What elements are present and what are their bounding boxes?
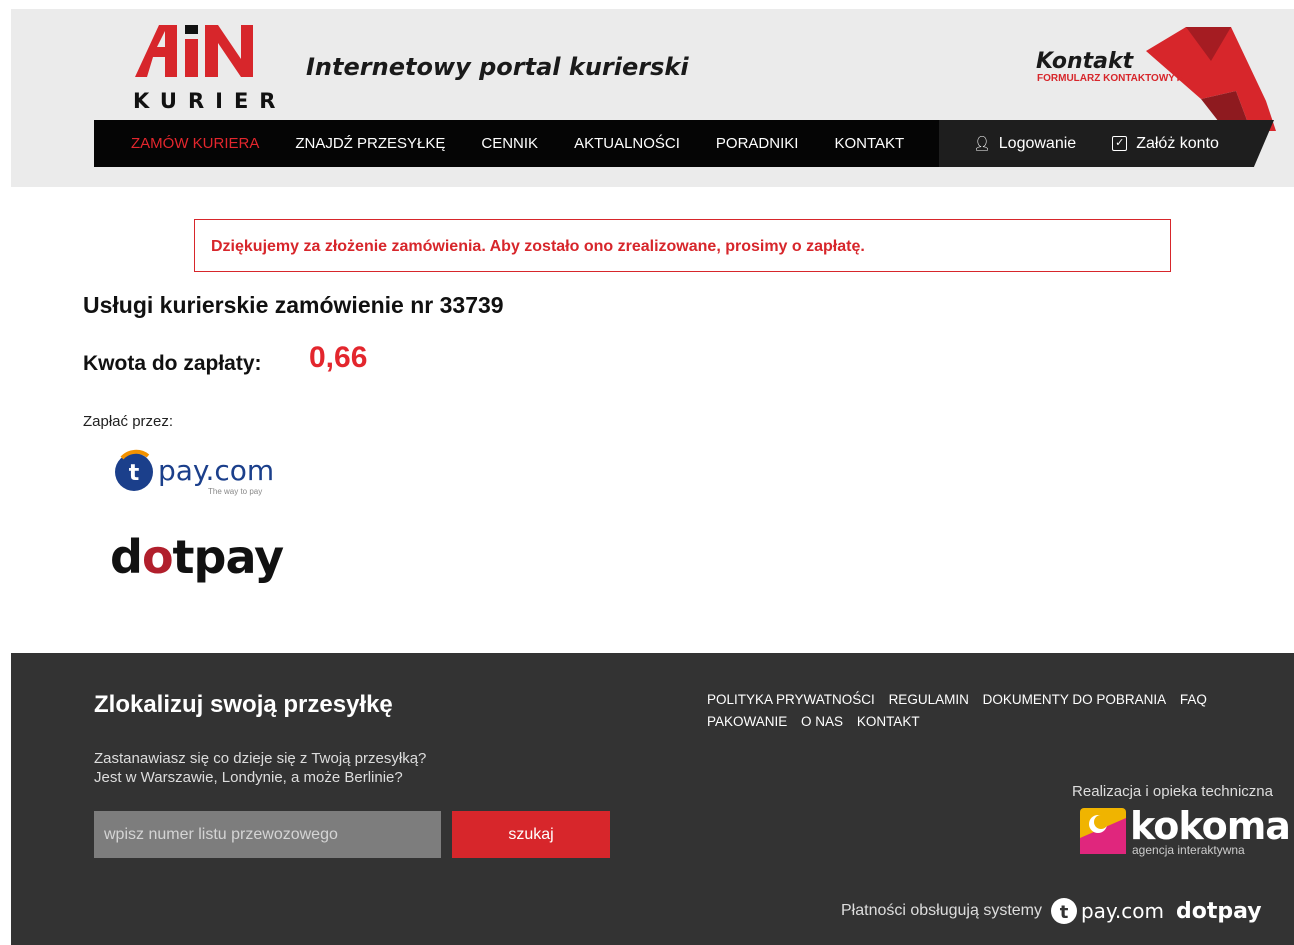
dotpay-payment-option[interactable]: dotpay <box>110 530 285 584</box>
footer-description: Zastanawiasz się co dzieje się z Twoją p… <box>94 749 426 787</box>
footer-link-privacy[interactable]: POLITYKA PRYWATNOŚCI <box>707 692 875 707</box>
search-button[interactable]: szukaj <box>452 811 610 858</box>
ain-kurier-logo[interactable]: KURIER <box>133 23 275 113</box>
amount-label: Kwota do zapłaty: <box>83 352 262 375</box>
site-footer: Zlokalizuj swoją przesyłkę Zastanawiasz … <box>11 653 1294 945</box>
svg-text:t: t <box>129 461 140 486</box>
tagline: Internetowy portal kurierski <box>306 53 689 81</box>
payment-alert: Dziękujemy za złożenie zamówienia. Aby z… <box>194 219 1171 272</box>
footer-link-faq[interactable]: FAQ <box>1180 692 1207 707</box>
tpay-slogan: The way to pay <box>208 487 263 496</box>
payment-systems: Płatności obsługują systemy t pay.com do… <box>841 897 1262 925</box>
nav-item-guides[interactable]: PORADNIKI <box>698 135 817 152</box>
contact-banner[interactable]: Kontakt FORMULARZ KONTAKTOWY ▸ <box>1026 21 1281 131</box>
dotpay-brand-d: d <box>110 530 143 584</box>
order-title: Usługi kurierskie zamówienie nr 33739 <box>83 292 504 318</box>
kokoma-word: kokoma <box>1130 804 1291 848</box>
pay-via-label: Zapłać przez: <box>83 413 174 430</box>
register-link[interactable]: ✓ Załóż konto <box>1112 135 1219 153</box>
tpay-payment-option[interactable]: t pay.com The way to pay <box>114 448 274 498</box>
kokoma-subtitle: agencja interaktywna <box>1132 843 1245 857</box>
checkbox-icon: ✓ <box>1112 136 1128 151</box>
kokoma-logo-icon <box>1080 808 1126 854</box>
login-link[interactable]: 👤︎ Logowanie <box>973 135 1076 153</box>
dotpay-footer-brand: dotpay <box>1176 898 1262 924</box>
footer-text-line1: Zastanawiasz się co dzieje się z Twoją p… <box>94 750 427 767</box>
auth-bar: 👤︎ Logowanie ✓ Załóż konto <box>939 120 1274 167</box>
site-header: KURIER Internetowy portal kurierski Kont… <box>11 9 1294 187</box>
ain-logo-mark-icon <box>135 25 253 77</box>
dotpay-brand-tpay: tpay <box>172 530 285 584</box>
contact-title: Kontakt <box>1036 49 1134 74</box>
nav-item-news[interactable]: AKTUALNOŚCI <box>556 135 698 152</box>
footer-links: POLITYKA PRYWATNOŚCI REGULAMIN DOKUMENTY… <box>707 689 1267 733</box>
tpay-brand: pay.com <box>158 454 275 487</box>
logo-text: KURIER <box>133 89 287 113</box>
footer-link-documents[interactable]: DOKUMENTY DO POBRANIA <box>983 692 1167 707</box>
user-icon: 👤︎ <box>973 135 991 151</box>
amount-value: 0,66 <box>309 341 368 374</box>
tracking-number-input[interactable] <box>94 811 441 858</box>
nav-item-order-courier[interactable]: ZAMÓW KURIERA <box>94 135 277 152</box>
footer-link-contact[interactable]: KONTAKT <box>857 714 920 729</box>
dotpay-brand-o: o <box>141 530 174 584</box>
register-label: Załóż konto <box>1136 134 1219 152</box>
tpay-footer-brand: pay.com <box>1080 899 1164 923</box>
kokoma-logo[interactable]: kokoma agencja interaktywna <box>1080 804 1291 858</box>
login-label: Logowanie <box>998 134 1077 152</box>
alert-text: Dziękujemy za złożenie zamówienia. Aby z… <box>211 238 865 255</box>
nav-item-find-parcel[interactable]: ZNAJDŹ PRZESYŁKĘ <box>277 135 463 152</box>
tpay-footer-icon: t <box>1050 898 1077 924</box>
footer-link-terms[interactable]: REGULAMIN <box>889 692 969 707</box>
nav-item-contact[interactable]: KONTAKT <box>816 135 922 152</box>
footer-title: Zlokalizuj swoją przesyłkę <box>94 691 393 718</box>
svg-text:t: t <box>1060 902 1069 923</box>
nav-item-pricing[interactable]: CENNIK <box>463 135 556 152</box>
footer-link-about[interactable]: O NAS <box>801 714 843 729</box>
footer-link-packing[interactable]: PAKOWANIE <box>707 714 787 729</box>
contact-form-link[interactable]: FORMULARZ KONTAKTOWY ▸ <box>1037 73 1183 84</box>
main-nav: ZAMÓW KURIERA ZNAJDŹ PRZESYŁKĘ CENNIK AK… <box>94 120 1274 167</box>
tpay-logo-icon: t <box>115 449 153 491</box>
nav-menu: ZAMÓW KURIERA ZNAJDŹ PRZESYŁKĘ CENNIK AK… <box>94 120 939 167</box>
payment-systems-text: Płatności obsługują systemy <box>841 902 1042 919</box>
realization-text: Realizacja i opieka techniczna <box>1072 783 1273 800</box>
footer-text-line2: Jest w Warszawie, Londynie, a może Berli… <box>94 769 403 786</box>
